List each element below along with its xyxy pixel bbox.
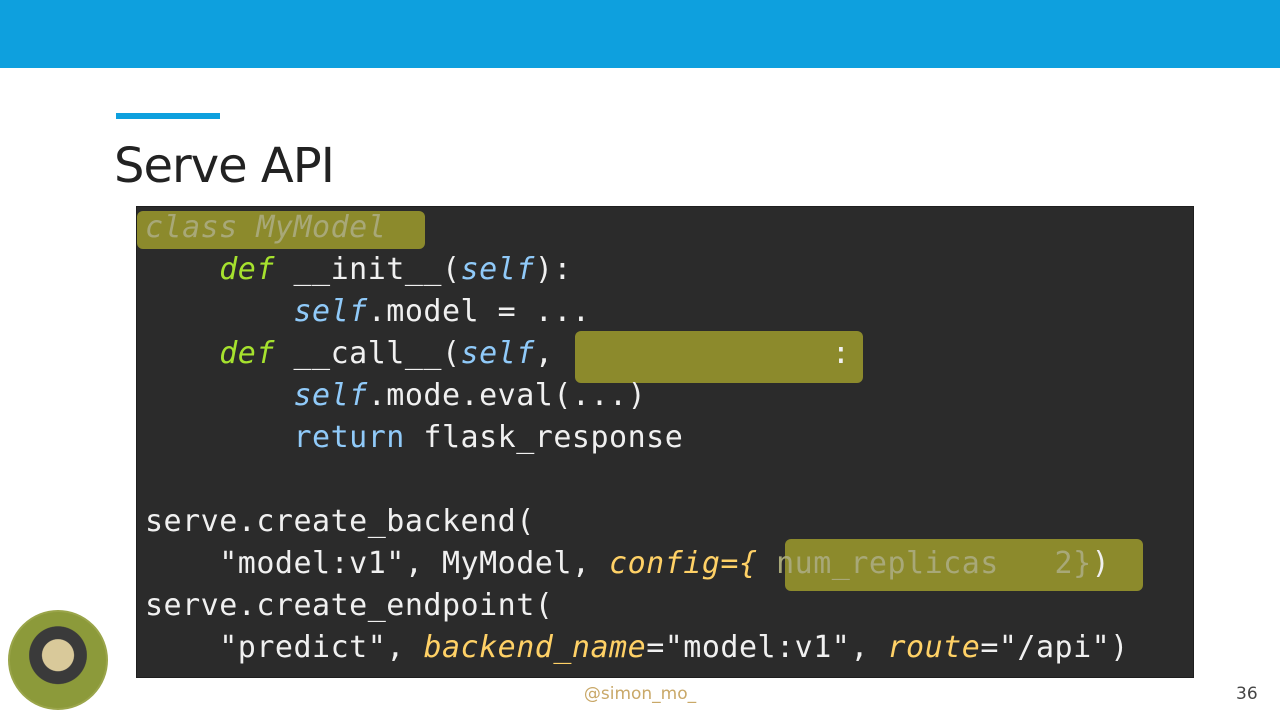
return-value: flask_response — [404, 420, 684, 455]
slide-title: Serve API — [114, 138, 335, 194]
self-param: self — [460, 336, 535, 371]
page-number: 36 — [1236, 684, 1258, 704]
num-replicas: num_replicas 2 — [757, 546, 1074, 581]
create-endpoint-call: serve.create_endpoint( — [145, 588, 554, 623]
self-ref: self — [293, 294, 368, 329]
code-block: class MyModel def __init__(self): self.m… — [136, 206, 1194, 678]
title-accent-line — [116, 113, 220, 119]
eval-call: .mode.eval(...) — [367, 378, 647, 413]
route-value: ="/api") — [980, 630, 1129, 665]
create-backend-call: serve.create_backend( — [145, 504, 535, 539]
config-kwarg: config — [609, 546, 721, 581]
backend-args: "model:v1", MyModel, — [219, 546, 610, 581]
code-line-backend-args: "model:v1", MyModel, config={ num_replic… — [145, 543, 1129, 585]
code-text: class MyModel def __init__(self): self.m… — [145, 207, 1129, 669]
call-end: : — [831, 336, 851, 371]
code-line-init: def __init__(self): — [145, 249, 1129, 291]
model-assign: .model = ... — [367, 294, 591, 329]
self-ref: self — [293, 378, 368, 413]
speaker-handle: @simon_mo_ — [583, 684, 697, 704]
init-name: __init__( — [274, 252, 461, 287]
def-keyword: def — [219, 252, 275, 287]
self-param: self — [460, 252, 535, 287]
backend-close-paren: ) — [1091, 546, 1111, 581]
endpoint-name-arg: "predict", — [219, 630, 424, 665]
backend-name-kwarg: backend_name — [423, 630, 647, 665]
code-line-eval: self.mode.eval(...) — [145, 375, 1129, 417]
top-banner — [0, 0, 1280, 68]
code-line-return: return flask_response — [145, 417, 1129, 459]
class-declaration: class MyModel — [145, 210, 387, 245]
backend-name-value: ="model:v1", — [646, 630, 888, 665]
route-kwarg: route — [887, 630, 981, 665]
call-name: __call__( — [274, 336, 461, 371]
code-line-create-endpoint: serve.create_endpoint( — [145, 585, 1129, 627]
code-line-class: class MyModel — [145, 207, 1129, 249]
code-line-model: self.model = ... — [145, 291, 1129, 333]
config-eq: ={ — [720, 546, 758, 581]
def-keyword: def — [219, 336, 275, 371]
return-keyword: return — [293, 420, 405, 455]
call-comma: , — [534, 336, 554, 371]
code-line-create-backend: serve.create_backend( — [145, 501, 1129, 543]
code-line-call: def __call__(self, : — [145, 333, 1129, 375]
config-brace-close: } — [1073, 546, 1092, 581]
init-end: ): — [534, 252, 572, 287]
code-line-endpoint-args: "predict", backend_name="model:v1", rout… — [145, 627, 1129, 669]
